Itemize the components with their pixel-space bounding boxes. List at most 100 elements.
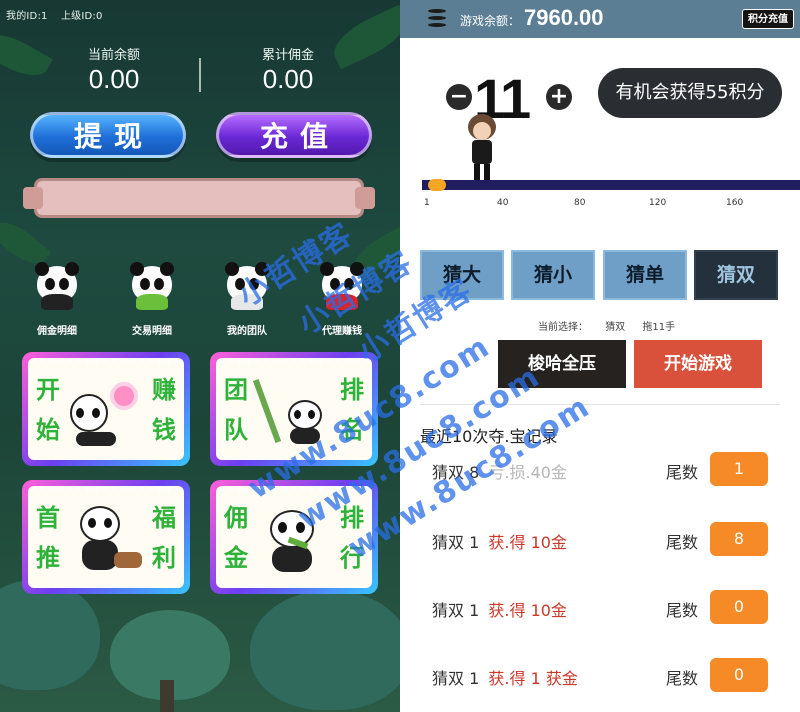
record-guess: 猜双 xyxy=(432,669,465,688)
right-panel: 游戏余额： 7960.00 积分充值 − 1 1 + 有机会获得55积分 1 40… xyxy=(400,0,800,712)
guess-even-button[interactable]: 猜双 xyxy=(694,250,778,300)
record-amount: 1 xyxy=(469,669,480,688)
record-amount: 8 xyxy=(469,463,480,482)
record-text: 猜双 1 获.得 10金 xyxy=(432,529,567,553)
tick-label: 120 xyxy=(649,198,667,208)
panda-log-illustration xyxy=(70,502,142,574)
card-char: 始 xyxy=(36,416,60,444)
card-start-earning[interactable]: 开 始 赚 钱 xyxy=(22,352,190,466)
panda-icon xyxy=(33,262,81,310)
tick-label: 80 xyxy=(574,198,586,208)
quick-link-label: 我的团队 xyxy=(227,326,267,337)
card-char: 首 xyxy=(36,504,60,532)
record-result: 获.得 1 获金 xyxy=(488,669,578,688)
card-char: 名 xyxy=(340,416,364,444)
selection-hands: 拖11手 xyxy=(642,322,676,333)
reward-chance-pill: 有机会获得55积分 xyxy=(598,68,782,118)
all-in-button[interactable]: 梭哈全压 xyxy=(498,340,626,388)
panda-flower-illustration xyxy=(70,374,142,446)
card-char: 团 xyxy=(224,376,248,404)
record-guess: 猜双 xyxy=(432,463,465,482)
selection-choice: 猜双 xyxy=(605,322,626,333)
record-tail-label: 尾数 xyxy=(666,463,699,482)
record-text: 猜双 8 亏.损.40金 xyxy=(432,459,567,483)
card-char: 福 xyxy=(152,504,176,532)
tree-decoration xyxy=(250,590,400,710)
card-char: 佣 xyxy=(224,504,248,532)
card-team-ranking[interactable]: 团 队 排 名 xyxy=(210,352,378,466)
guess-big-button[interactable]: 猜大 xyxy=(420,250,504,300)
card-char: 行 xyxy=(340,544,364,572)
record-amount: 1 xyxy=(469,533,480,552)
selection-label: 当前选择： xyxy=(538,322,588,333)
record-result: 获.得 10金 xyxy=(488,601,567,620)
guess-odd-button[interactable]: 猜单 xyxy=(603,250,687,300)
record-tail-label: 尾数 xyxy=(666,601,699,620)
recharge-button[interactable]: 充值 xyxy=(216,112,372,158)
bet-slider-handle[interactable] xyxy=(427,179,446,191)
tree-trunk xyxy=(160,680,174,712)
quick-link-label: 代理赚钱 xyxy=(322,326,362,337)
record-text: 猜双 1 获.得 10金 xyxy=(432,597,567,621)
record-tail-badge: 1 xyxy=(710,452,768,486)
increase-bet-button[interactable]: + xyxy=(546,84,572,110)
card-char: 排 xyxy=(340,504,364,532)
tick-label: 1 xyxy=(424,198,430,208)
notice-banner xyxy=(23,178,375,218)
record-row: 猜双 1 获.得 1 获金 尾数 0 xyxy=(400,647,800,707)
balance-value: 0.00 xyxy=(88,64,140,94)
commission-value: 0.00 xyxy=(262,64,314,94)
bet-track[interactable] xyxy=(422,180,800,190)
card-char: 钱 xyxy=(152,416,176,444)
points-recharge-button[interactable]: 积分充值 xyxy=(742,9,794,29)
start-game-button[interactable]: 开始游戏 xyxy=(634,340,762,388)
withdraw-button[interactable]: 提现 xyxy=(30,112,186,158)
tick-label: 160 xyxy=(726,198,744,208)
card-first-referral[interactable]: 首 推 福 利 xyxy=(22,480,190,594)
quick-link-transactions[interactable]: 交易明细 xyxy=(112,262,192,337)
card-char: 赚 xyxy=(152,376,176,404)
record-tail-label: 尾数 xyxy=(666,533,699,552)
record-amount: 1 xyxy=(469,601,480,620)
record-text: 猜双 1 获.得 1 获金 xyxy=(432,665,578,689)
balance-bar: 游戏余额： 7960.00 积分充值 xyxy=(400,0,800,38)
quick-link-label: 佣金明细 xyxy=(37,326,77,337)
card-char: 开 xyxy=(36,376,60,404)
quick-link-agent[interactable]: 代理赚钱 xyxy=(302,262,382,337)
panda-icon xyxy=(128,262,176,310)
guess-small-button[interactable]: 猜小 xyxy=(511,250,595,300)
record-row: 猜双 8 亏.损.40金 尾数 1 xyxy=(400,441,800,501)
record-guess: 猜双 xyxy=(432,601,465,620)
record-result: 获.得 10金 xyxy=(488,533,567,552)
coin-stack-icon xyxy=(426,7,448,31)
game-balance-label: 游戏余额： xyxy=(460,14,521,28)
record-result: 亏.损.40金 xyxy=(488,463,567,482)
panda-eating-illustration xyxy=(258,502,330,574)
panda-team-icon xyxy=(223,262,271,310)
card-commission-ranking[interactable]: 佣 金 排 行 xyxy=(210,480,378,594)
record-row: 猜双 1 获.得 10金 尾数 8 xyxy=(400,511,800,571)
card-char: 排 xyxy=(340,376,364,404)
my-id: 我的ID:1 xyxy=(6,11,48,22)
card-char: 金 xyxy=(224,544,248,572)
tick-label: 40 xyxy=(497,198,509,208)
tree-decoration xyxy=(0,580,100,690)
user-ids: 我的ID:1 上级ID:0 xyxy=(6,7,113,22)
record-row: 猜双 1 获.得 10金 尾数 0 xyxy=(400,579,800,639)
balance-divider xyxy=(199,58,201,92)
decrease-bet-button[interactable]: − xyxy=(446,84,472,110)
current-selection: 当前选择： 猜双 拖11手 xyxy=(538,318,689,333)
quick-link-label: 交易明细 xyxy=(132,326,172,337)
card-char: 推 xyxy=(36,544,60,572)
parent-id: 上级ID:0 xyxy=(60,11,103,22)
card-char: 利 xyxy=(152,544,176,572)
balance-label: 当前余额 xyxy=(87,48,140,63)
card-char: 队 xyxy=(224,416,248,444)
quick-link-commission[interactable]: 佣金明细 xyxy=(17,262,97,337)
left-panel: 我的ID:1 上级ID:0 当前余额 0.00 累计佣金 0.00 提现 充值 … xyxy=(0,0,400,712)
divider xyxy=(420,404,780,405)
quick-link-team[interactable]: 我的团队 xyxy=(207,262,287,337)
record-tail-badge: 0 xyxy=(710,590,768,624)
commission-label: 累计佣金 xyxy=(261,48,314,63)
panda-icon xyxy=(318,262,366,310)
